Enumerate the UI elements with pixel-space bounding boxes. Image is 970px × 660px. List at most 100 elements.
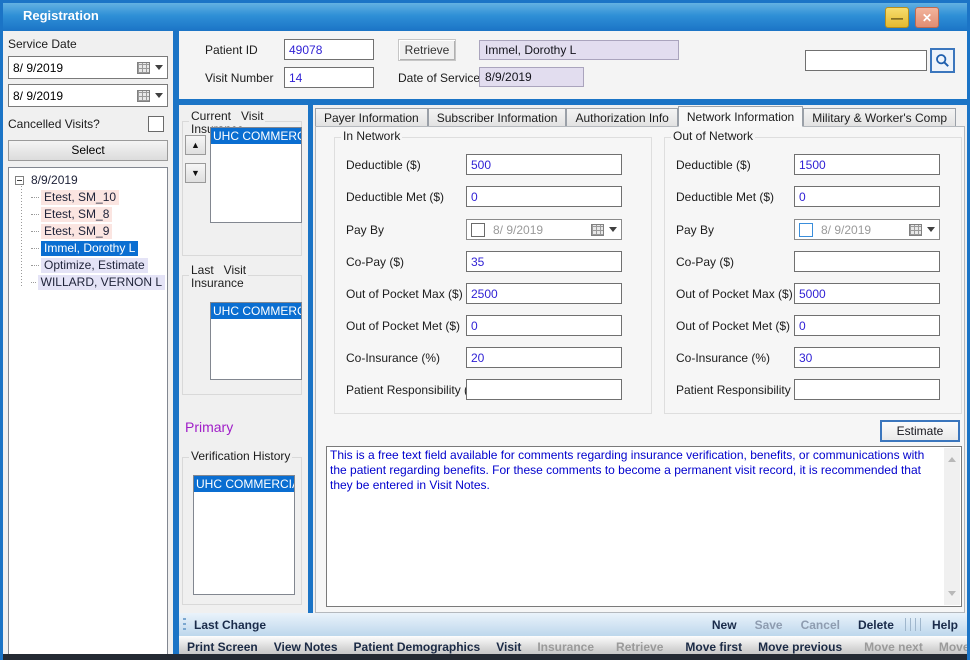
in-deductible-met-input[interactable] [466,186,622,207]
out-deductible-met-label: Deductible Met ($) [676,190,774,204]
tab-strip: Payer Information Subscriber Information… [315,106,967,126]
window-title: Registration [23,8,99,23]
search-input[interactable] [805,50,927,71]
print-screen-button[interactable]: Print Screen [179,640,266,654]
visit-tree[interactable]: 8/9/2019 Etest, SM_10 Etest, SM_8 Etest,… [8,167,168,660]
calendar-icon [137,90,150,102]
out-of-network-title: Out of Network [671,130,755,143]
service-date-from-picker[interactable]: 8/ 9/2019 [8,56,168,79]
out-co-insurance-label: Co-Insurance (%) [676,351,770,365]
in-oop-max-input[interactable] [466,283,622,304]
move-first-button[interactable]: Move first [677,640,750,654]
cancelled-visits-checkbox[interactable] [148,116,164,132]
tree-item-label[interactable]: Immel, Dorothy L [41,241,138,256]
tree-root-row[interactable]: 8/9/2019 [11,172,165,189]
in-patient-resp-label: Patient Responsibility ($) [346,383,479,397]
out-pay-by-checkbox[interactable] [799,223,813,237]
tree-item-label[interactable]: Optimize, Estimate [41,258,148,273]
tab-subscriber-information[interactable]: Subscriber Information [428,108,567,126]
out-deductible-input[interactable] [794,154,940,175]
out-deductible-met-input[interactable] [794,186,940,207]
estimate-button[interactable]: Estimate [880,420,960,442]
in-pay-by-datepicker[interactable]: 8/ 9/2019 [466,219,622,240]
tab-military-workers-comp[interactable]: Military & Worker's Comp [803,108,956,126]
patient-header: Patient ID Visit Number Retrieve Immel, … [179,31,967,99]
insurance-button: Insurance [529,640,602,654]
in-patient-resp-input[interactable] [466,379,622,400]
out-pay-by-label: Pay By [676,223,714,237]
chevron-down-icon[interactable] [927,227,935,236]
tree-item-label[interactable]: WILLARD, VERNON L [38,275,165,290]
service-date-to-picker[interactable]: 8/ 9/2019 [8,84,168,107]
move-previous-button[interactable]: Move previous [750,640,850,654]
verification-history-label: Verification History [189,450,292,463]
visit-button[interactable]: Visit [488,640,529,654]
select-button[interactable]: Select [8,140,168,161]
comments-box[interactable]: This is a free text field available for … [326,446,962,607]
collapse-icon[interactable] [15,176,24,185]
last-insurance-listbox[interactable]: UHC COMMERCIAL [210,302,302,380]
in-oop-max-label: Out of Pocket Max ($) [346,287,463,301]
tree-item[interactable]: Optimize, Estimate [11,257,165,274]
in-pay-by-checkbox[interactable] [471,223,485,237]
in-network-title: In Network [341,130,402,143]
chevron-down-icon[interactable] [155,93,163,102]
out-patient-resp-label: Patient Responsibility ($) [676,383,809,397]
tree-item-label[interactable]: Etest, SM_8 [41,207,112,222]
current-insurance-item[interactable]: UHC COMMERCIAL [211,128,301,144]
comments-text[interactable]: This is a free text field available for … [330,448,941,604]
tab-authorization-info[interactable]: Authorization Info [566,108,677,126]
grip-handle-icon[interactable] [183,618,186,632]
tree-item[interactable]: Etest, SM_8 [11,206,165,223]
out-patient-resp-input[interactable] [794,379,940,400]
tree-item-selected[interactable]: Immel, Dorothy L [11,240,165,257]
out-co-pay-input[interactable] [794,251,940,272]
last-insurance-item[interactable]: UHC COMMERCIAL [211,303,301,319]
delete-button[interactable]: Delete [849,618,903,632]
comments-scrollbar[interactable] [944,448,960,605]
tree-item[interactable]: WILLARD, VERNON L [11,274,165,291]
in-co-insurance-input[interactable] [466,347,622,368]
verification-history-listbox[interactable]: UHC COMMERCIAL [193,475,295,595]
search-button[interactable] [930,48,955,73]
in-oop-met-input[interactable] [466,315,622,336]
out-oop-max-input[interactable] [794,283,940,304]
verification-history-item[interactable]: UHC COMMERCIAL [194,476,294,492]
patient-demographics-button[interactable]: Patient Demographics [346,640,489,654]
tree-item[interactable]: Etest, SM_9 [11,223,165,240]
chevron-down-icon[interactable] [155,65,163,74]
scroll-down-icon[interactable] [948,591,956,600]
out-pay-by-datepicker[interactable]: 8/ 9/2019 [794,219,940,240]
move-up-button[interactable]: ▲ [185,135,206,155]
tree-item-label[interactable]: Etest, SM_10 [41,190,119,205]
patient-id-input[interactable] [284,39,374,60]
scroll-up-icon[interactable] [948,453,956,462]
retrieve-toolbar-button: Retrieve [608,640,671,654]
tree-item-label[interactable]: Etest, SM_9 [41,224,112,239]
patient-name-display: Immel, Dorothy L [479,40,679,60]
current-insurance-listbox[interactable]: UHC COMMERCIAL [210,127,302,223]
visit-number-input[interactable] [284,67,374,88]
move-down-button[interactable]: ▼ [185,163,206,183]
primary-label: Primary [185,419,233,435]
title-bar[interactable]: Registration — ✕ [3,3,967,31]
tab-network-information[interactable]: Network Information [678,106,803,127]
tree-root-label: 8/9/2019 [28,173,81,188]
chevron-down-icon[interactable] [609,227,617,236]
view-notes-button[interactable]: View Notes [266,640,346,654]
tab-zone: Payer Information Subscriber Information… [313,105,967,613]
visit-number-label: Visit Number [205,71,273,85]
in-deductible-input[interactable] [466,154,622,175]
tab-payer-information[interactable]: Payer Information [315,108,428,126]
window-bottom-edge [3,654,967,660]
minimize-button[interactable]: — [885,7,909,28]
out-oop-met-input[interactable] [794,315,940,336]
close-icon[interactable]: ✕ [915,7,939,28]
out-co-insurance-input[interactable] [794,347,940,368]
sidebar: Service Date 8/ 9/2019 8/ 9/2019 Cancell… [3,31,173,654]
retrieve-button[interactable]: Retrieve [398,39,456,61]
in-co-pay-input[interactable] [466,251,622,272]
tree-item[interactable]: Etest, SM_10 [11,189,165,206]
help-button[interactable]: Help [923,618,967,632]
new-button[interactable]: New [703,618,746,632]
